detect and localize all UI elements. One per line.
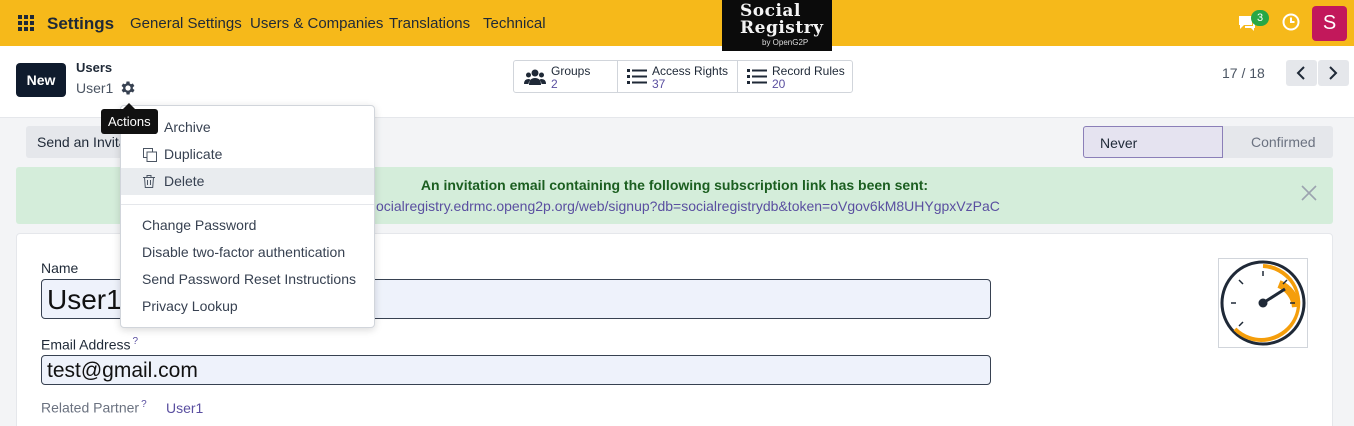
pager-counter[interactable]: 17 / 18 xyxy=(1222,65,1265,81)
change-password-label: Change Password xyxy=(142,217,257,233)
delete-label: Delete xyxy=(164,173,205,189)
chat-badge: 3 xyxy=(1251,10,1269,26)
status-bar: Never Connected Confirmed xyxy=(1083,126,1333,183)
groups-label: Groups xyxy=(551,64,591,78)
email-label-text: Email Address xyxy=(41,336,131,353)
users-icon xyxy=(524,69,546,85)
access-rights-label: Access Rights xyxy=(652,64,729,78)
actions-dropdown: Archive Duplicate Delete Change Password… xyxy=(120,105,375,328)
help-icon[interactable]: ? xyxy=(132,336,138,347)
related-partner-label: Related Partner? xyxy=(41,399,147,416)
status-confirmed[interactable]: Confirmed xyxy=(1223,126,1333,158)
logo-line3: by OpenG2P xyxy=(762,38,809,47)
new-button[interactable]: New xyxy=(16,63,66,97)
top-navbar: Settings General Settings Users & Compan… xyxy=(0,0,1354,51)
pager-previous-button[interactable] xyxy=(1286,60,1317,86)
signup-link[interactable]: ocialregistry.edrmc.openg2p.org/web/sign… xyxy=(376,198,1000,214)
duplicate-label: Duplicate xyxy=(164,146,223,162)
actions-tooltip: Actions xyxy=(101,103,158,134)
gear-icon[interactable] xyxy=(119,79,137,97)
access-rights-stat-button[interactable]: Access Rights 37 xyxy=(618,61,738,92)
user-avatar-image[interactable] xyxy=(1218,258,1308,348)
pager-next-button[interactable] xyxy=(1318,60,1349,86)
related-partner-label-text: Related Partner xyxy=(41,399,140,416)
copy-icon xyxy=(143,148,157,162)
help-icon[interactable]: ? xyxy=(141,399,147,410)
name-label: Name xyxy=(41,260,79,276)
privacy-lookup-menu-item[interactable]: Privacy Lookup xyxy=(121,293,374,320)
delete-menu-item[interactable]: Delete xyxy=(121,168,374,195)
stat-buttons: Groups 2 Access Rights 37 Record Rules 2… xyxy=(513,60,853,93)
archive-label: Archive xyxy=(164,119,211,135)
archive-menu-item[interactable]: Archive xyxy=(121,114,374,141)
apps-menu-icon[interactable] xyxy=(18,15,34,31)
trash-icon xyxy=(143,175,155,188)
email-label: Email Address? xyxy=(41,336,138,353)
user-avatar[interactable]: S xyxy=(1312,6,1347,41)
duplicate-menu-item[interactable]: Duplicate xyxy=(121,141,374,168)
speedometer-icon xyxy=(1220,260,1306,346)
menu-users-companies[interactable]: Users & Companies xyxy=(250,15,383,32)
disable-2fa-menu-item[interactable]: Disable two-factor authentication xyxy=(121,239,374,266)
logo-line2: Registry xyxy=(740,18,824,38)
status-never-connected[interactable]: Never Connected xyxy=(1083,126,1223,183)
menu-general-settings[interactable]: General Settings xyxy=(130,15,242,32)
list-icon xyxy=(627,69,647,84)
record-rules-label: Record Rules xyxy=(772,64,845,78)
record-rules-value: 20 xyxy=(772,77,786,91)
record-rules-stat-button[interactable]: Record Rules 20 xyxy=(738,61,852,92)
related-partner-link[interactable]: User1 xyxy=(166,400,203,416)
groups-value: 2 xyxy=(551,77,558,91)
app-brand[interactable]: Settings xyxy=(47,14,114,34)
password-reset-menu-item[interactable]: Send Password Reset Instructions xyxy=(121,266,374,293)
privacy-lookup-label: Privacy Lookup xyxy=(142,298,238,314)
password-reset-label: Send Password Reset Instructions xyxy=(142,271,356,287)
menu-technical[interactable]: Technical xyxy=(483,15,546,32)
groups-stat-button[interactable]: Groups 2 xyxy=(514,61,618,92)
breadcrumb-users[interactable]: Users xyxy=(76,60,112,75)
list-icon xyxy=(747,69,767,84)
company-logo: Social Registry by OpenG2P xyxy=(722,0,832,51)
close-icon[interactable] xyxy=(1301,185,1317,201)
access-rights-value: 37 xyxy=(652,77,666,91)
chevron-left-icon xyxy=(1296,66,1305,80)
email-field[interactable]: test@gmail.com xyxy=(41,355,991,385)
chevron-right-icon xyxy=(1329,66,1338,80)
menu-divider xyxy=(121,204,374,205)
breadcrumb-current: User1 xyxy=(76,80,114,96)
clock-icon[interactable] xyxy=(1282,13,1300,31)
menu-translations[interactable]: Translations xyxy=(389,15,470,32)
change-password-menu-item[interactable]: Change Password xyxy=(121,212,374,239)
disable-2fa-label: Disable two-factor authentication xyxy=(142,244,346,260)
